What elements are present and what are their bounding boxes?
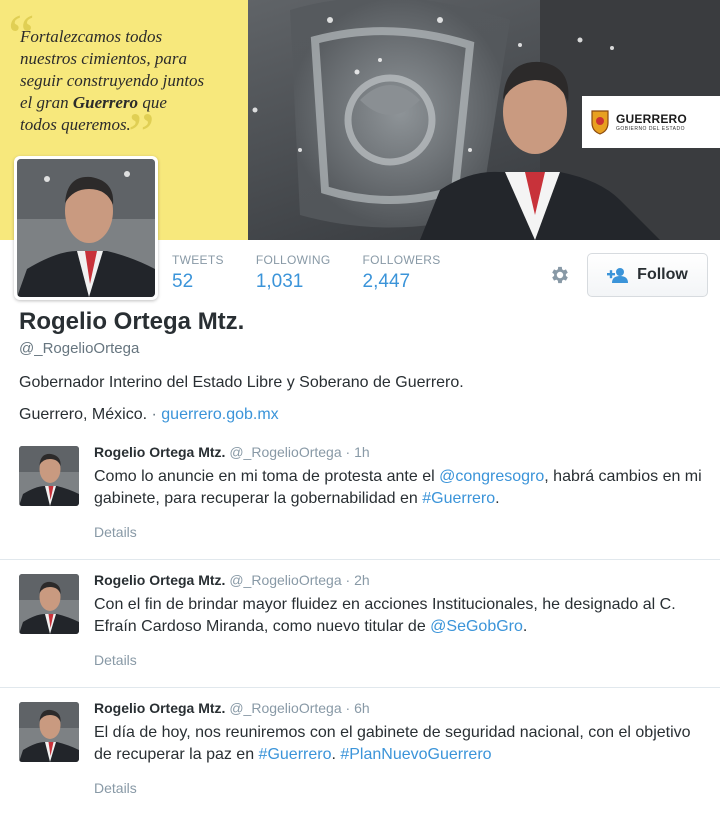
profile-avatar[interactable] [14, 156, 158, 300]
tweet-avatar-photo [19, 446, 79, 506]
add-person-icon [607, 268, 629, 283]
gear-icon [552, 266, 568, 284]
tweet-text: Con el fin de brindar mayor fluidez en a… [94, 594, 704, 638]
tweet[interactable]: Rogelio Ortega Mtz. @_RogelioOrtega · 2h… [0, 560, 720, 688]
tweet-author-handle[interactable]: @_RogelioOrtega [229, 572, 341, 588]
follow-button[interactable]: Follow [587, 253, 708, 297]
hashtag-link[interactable]: #PlanNuevoGuerrero [340, 746, 491, 763]
tweet-timestamp[interactable]: 6h [354, 700, 370, 716]
profile-location: Guerrero, México. [19, 406, 148, 423]
avatar-photo [17, 159, 155, 297]
profile-stats: TWEETS 52 FOLLOWING 1,031 FOLLOWERS 2,44… [172, 252, 473, 296]
meta-separator: · [151, 406, 157, 423]
state-shield-icon [591, 110, 609, 135]
tweet-header: Rogelio Ortega Mtz. @_RogelioOrtega · 2h [94, 572, 370, 588]
tweet-author-name[interactable]: Rogelio Ortega Mtz. [94, 572, 225, 588]
mention-link[interactable]: @SeGobGro [430, 618, 523, 635]
tweet-details-link[interactable]: Details [94, 652, 137, 668]
tweet-header: Rogelio Ortega Mtz. @_RogelioOrtega · 1h [94, 444, 370, 460]
hashtag-link[interactable]: #Guerrero [422, 490, 495, 507]
stat-tweets[interactable]: TWEETS 52 [172, 252, 224, 296]
tweet-avatar[interactable] [19, 446, 79, 506]
tweet-avatar[interactable] [19, 574, 79, 634]
tweet-text: El día de hoy, nos reuniremos con el gab… [94, 722, 704, 766]
settings-button[interactable] [546, 261, 574, 289]
profile-website-link[interactable]: guerrero.gob.mx [161, 406, 278, 423]
tweet-avatar-photo [19, 574, 79, 634]
tweet-avatar-photo [19, 702, 79, 762]
tweet-timestamp[interactable]: 2h [354, 572, 370, 588]
tweet-author-name[interactable]: Rogelio Ortega Mtz. [94, 444, 225, 460]
tweet-text-segment: Como lo anuncie en mi toma de protesta a… [94, 468, 440, 485]
tweet-avatar[interactable] [19, 702, 79, 762]
tweet-text: Como lo anuncie en mi toma de protesta a… [94, 466, 704, 510]
tweet[interactable]: Rogelio Ortega Mtz. @_RogelioOrtega · 1h… [0, 432, 720, 560]
tweet-author-name[interactable]: Rogelio Ortega Mtz. [94, 700, 225, 716]
tweet-details-link[interactable]: Details [94, 780, 137, 796]
tweet-header: Rogelio Ortega Mtz. @_RogelioOrtega · 6h [94, 700, 370, 716]
close-quote-mark: ” [128, 101, 155, 167]
profile-handle[interactable]: @_RogelioOrtega [19, 340, 139, 357]
tweet-text-segment: Con el fin de brindar mayor fluidez en a… [94, 596, 676, 635]
tweet-text-segment: . [522, 618, 528, 635]
tweet-details-link[interactable]: Details [94, 524, 137, 540]
tweet-timeline: Rogelio Ortega Mtz. @_RogelioOrtega · 1h… [0, 432, 720, 816]
tweet-text-segment: . [495, 490, 500, 507]
stat-following[interactable]: FOLLOWING 1,031 [256, 252, 331, 296]
profile-meta: Guerrero, México. · guerrero.gob.mx [19, 406, 279, 424]
profile-bio: Gobernador Interino del Estado Libre y S… [19, 374, 464, 391]
hashtag-link[interactable]: #Guerrero [259, 746, 332, 763]
tweet-author-handle[interactable]: @_RogelioOrtega [229, 444, 341, 460]
profile-name[interactable]: Rogelio Ortega Mtz. [19, 308, 244, 336]
tweet[interactable]: Rogelio Ortega Mtz. @_RogelioOrtega · 6h… [0, 688, 720, 816]
tweet-author-handle[interactable]: @_RogelioOrtega [229, 700, 341, 716]
mention-link[interactable]: @congresogro [439, 468, 544, 485]
government-logo: GUERRERO GOBIERNO DEL ESTADO [582, 96, 720, 148]
tweet-timestamp[interactable]: 1h [354, 444, 370, 460]
stat-followers[interactable]: FOLLOWERS 2,447 [363, 252, 441, 296]
